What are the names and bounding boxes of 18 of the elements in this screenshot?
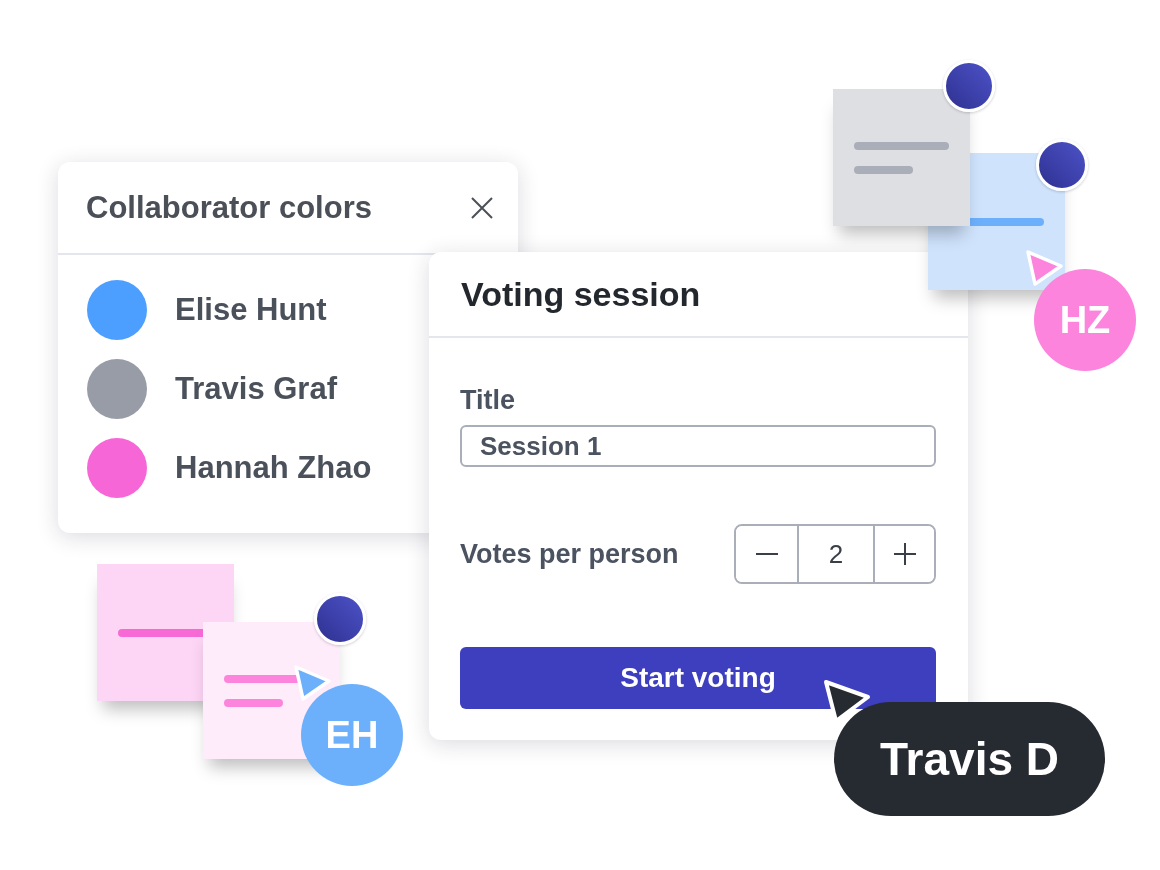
user-avatar: EH <box>301 684 403 786</box>
cursor-icon <box>1025 249 1065 287</box>
collaborator-name: Travis Graf <box>175 371 337 407</box>
field-label: Votes per person <box>460 538 679 570</box>
number-field[interactable]: 2 <box>797 526 875 582</box>
panel-title: Collaborator colors <box>86 189 372 226</box>
field-label: Title <box>460 384 516 416</box>
collaborator-name: Hannah Zhao <box>175 450 372 486</box>
title-input[interactable]: Session 1 <box>460 425 936 467</box>
user-avatar: HZ <box>1034 269 1136 371</box>
cursor-icon <box>293 664 333 702</box>
number-stepper[interactable]: 2 <box>734 524 936 584</box>
collaborator-name: Elise Hunt <box>175 292 327 328</box>
panel-title: Voting session <box>461 274 701 314</box>
plus-icon[interactable] <box>893 543 916 565</box>
name-tag: Travis D <box>834 702 1105 816</box>
start-voting-button[interactable]: Start voting <box>460 647 936 709</box>
close-icon[interactable] <box>471 196 493 219</box>
